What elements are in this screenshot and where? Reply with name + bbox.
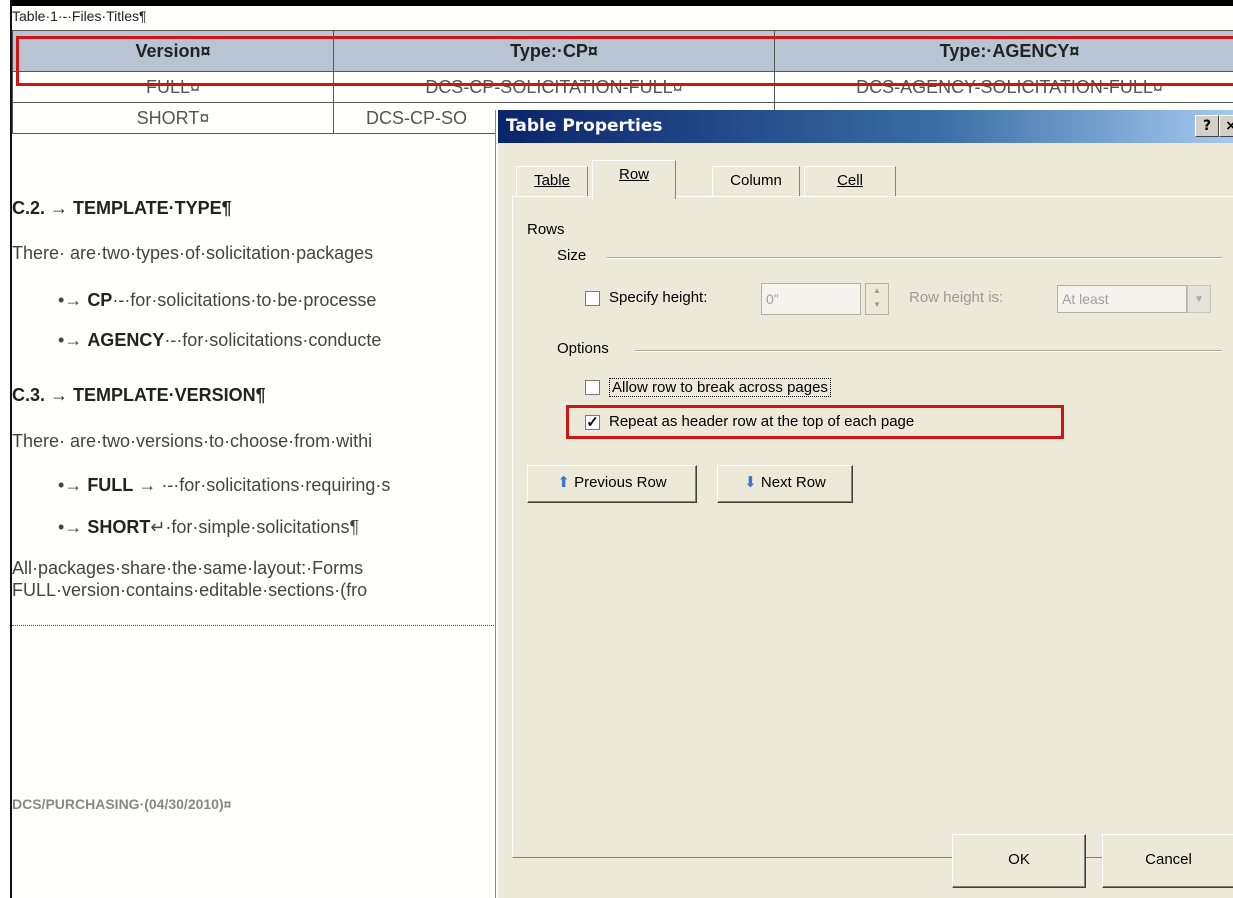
allow-break-label: Allow row to break across pages: [609, 378, 831, 397]
options-divider: [635, 350, 1222, 352]
specify-height-checkbox[interactable]: [585, 291, 600, 306]
ok-button[interactable]: OK: [952, 834, 1086, 888]
para-final-line1: All·packages·share·the·same·layout:·Form…: [12, 558, 364, 578]
tab-cell[interactable]: Cell: [804, 166, 896, 197]
bullet-agency: •→ AGENCY·-·for·solicitations·conducte: [58, 330, 382, 350]
down-arrow-icon: ⬇: [744, 474, 757, 491]
table-caption: Table·1·-·Files·Titles¶: [12, 8, 147, 24]
height-spinner[interactable]: ▲ ▼: [865, 283, 889, 315]
row-tab-panel: Rows Size Specify height: 0" ▲ ▼ Row heig…: [512, 196, 1233, 858]
specify-height-label: Specify height:: [609, 289, 708, 306]
dropdown-arrow-icon[interactable]: ▼: [1187, 285, 1211, 313]
table-cell[interactable]: SHORT¤: [12, 102, 334, 134]
para-final-line2: FULL·version·contains·editable·sections·…: [12, 580, 368, 600]
row-height-is-label: Row height is:: [909, 289, 1004, 306]
next-row-button[interactable]: ⬇ Next Row: [717, 465, 853, 503]
para-c3: There· are·two·versions·to·choose·from·w…: [12, 431, 373, 451]
page-footer: DCS/PURCHASING·(04/30/2010)¤: [12, 796, 232, 812]
cancel-button[interactable]: Cancel: [1102, 834, 1233, 888]
tab-column[interactable]: Column: [712, 166, 800, 197]
dialog-titlebar[interactable]: Table Properties ? ×: [498, 110, 1233, 143]
previous-row-button[interactable]: ⬆ Previous Row: [527, 465, 697, 503]
bullet-full: •→ FULL → ·-·for·solicitations·requiring…: [58, 475, 391, 495]
height-value-input[interactable]: 0": [761, 283, 861, 315]
allow-break-checkbox[interactable]: [585, 380, 600, 395]
tab-table[interactable]: Table: [516, 166, 588, 197]
options-heading: Options: [557, 340, 609, 357]
section-c3-heading: C.3. → TEMPLATE·VERSION¶: [12, 385, 266, 405]
help-button[interactable]: ?: [1195, 115, 1219, 137]
bullet-short: •→ SHORT↵·for·simple·solicitations¶: [58, 517, 360, 537]
close-button[interactable]: ×: [1219, 115, 1233, 137]
tab-row[interactable]: Row: [592, 160, 676, 199]
page-divider: [12, 625, 512, 626]
section-c2-heading: C.2. → TEMPLATE·TYPE¶: [12, 198, 232, 218]
row-height-is-select[interactable]: At least: [1057, 285, 1187, 313]
size-heading: Size: [557, 247, 587, 264]
header-row-highlight: [16, 36, 1233, 86]
size-divider: [607, 257, 1222, 259]
page-top-edge: [12, 0, 1233, 6]
up-arrow-icon: ⬆: [557, 474, 570, 491]
dialog-title: Table Properties: [506, 116, 663, 136]
para-c2: There· are·two·types·of·solicitation·pac…: [12, 243, 374, 263]
repeat-header-highlight: [566, 405, 1064, 439]
table-properties-dialog: Table Properties ? × Table Row Column Ce…: [496, 110, 1233, 898]
bullet-cp: •→ CP·-·for·solicitations·to·be·processe: [58, 290, 377, 310]
rows-heading: Rows: [527, 221, 565, 238]
